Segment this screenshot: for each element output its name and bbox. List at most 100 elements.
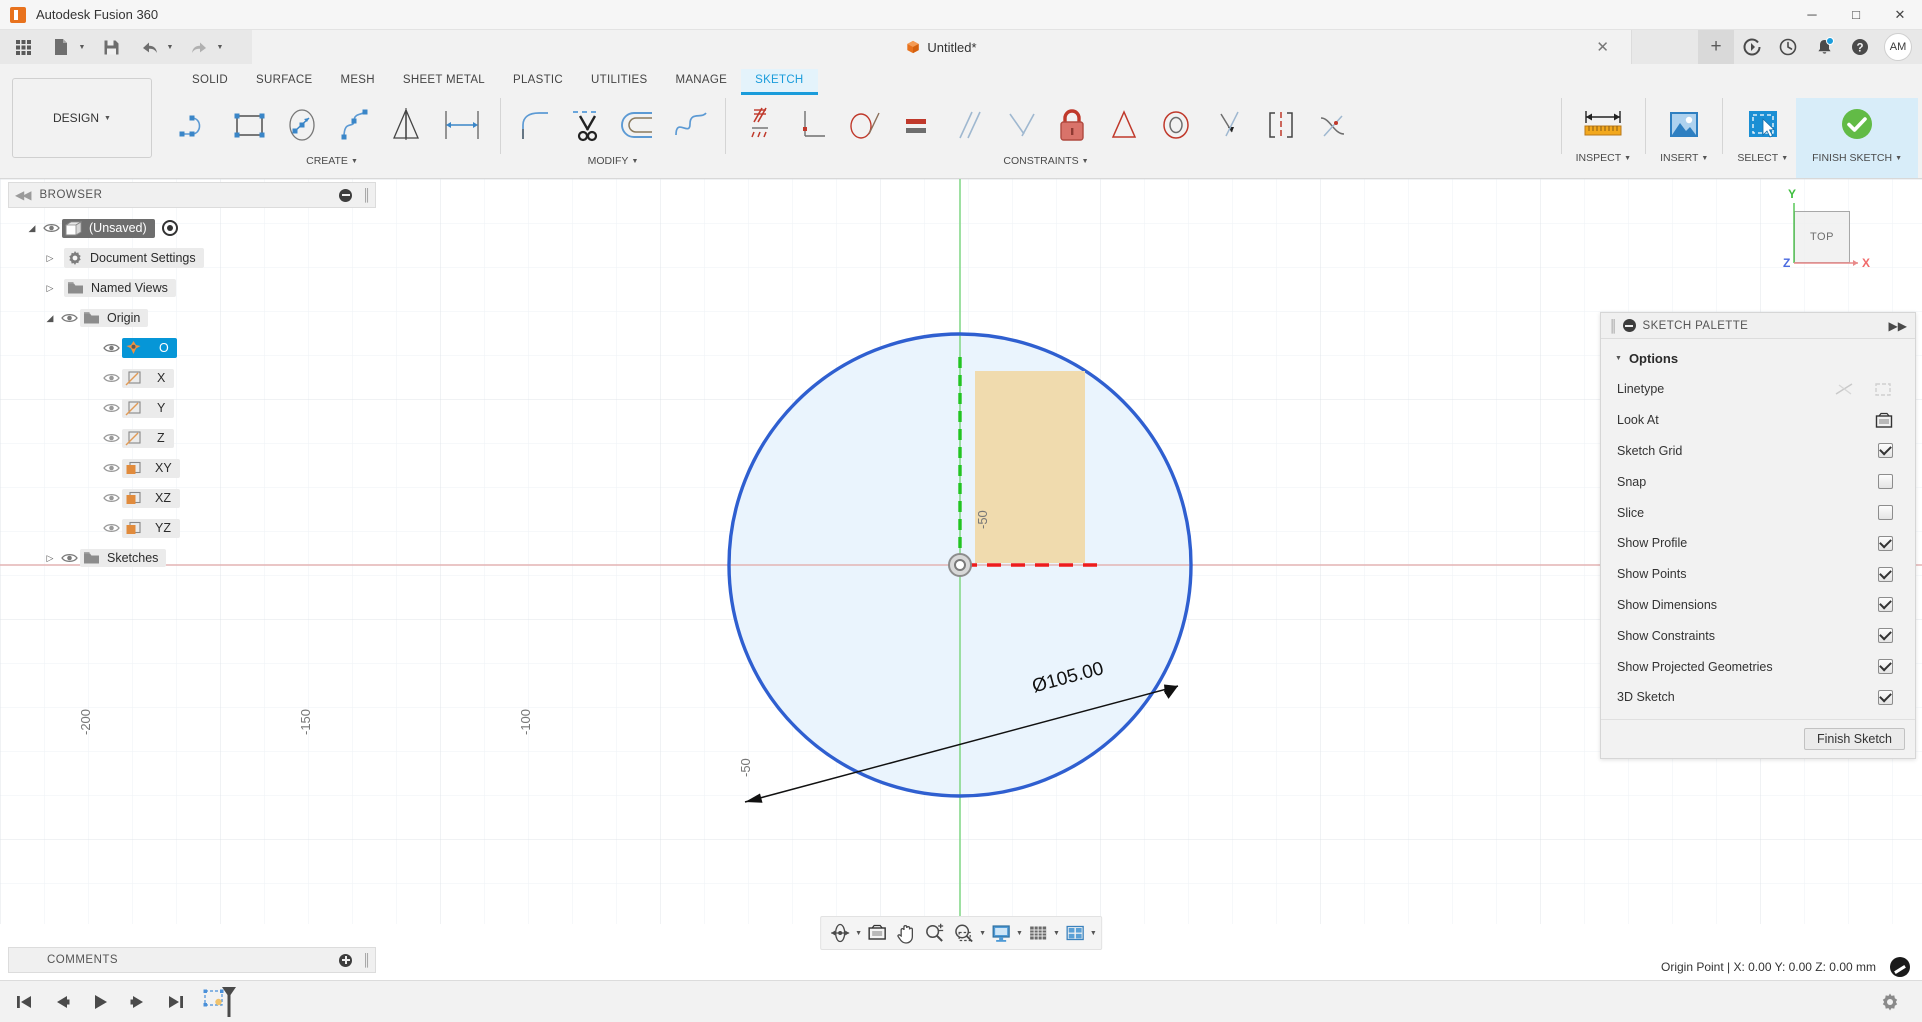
expand-right-icon[interactable]: ▶▶ [1889, 319, 1907, 333]
tree-label-document-settings[interactable]: Document Settings [64, 248, 204, 268]
tree-label-plane-yz[interactable]: YZ [122, 518, 180, 538]
tree-label-sketches[interactable]: Sketches [80, 549, 167, 567]
visibility-eye-icon[interactable] [100, 402, 122, 414]
tangent-constraint-icon[interactable] [838, 98, 890, 152]
mirror-icon[interactable] [380, 98, 432, 152]
visibility-eye-icon[interactable] [100, 432, 122, 444]
tree-label-unsaved[interactable]: (Unsaved) [62, 218, 155, 238]
palette-row-look-at[interactable]: Look At [1601, 405, 1915, 436]
collapse-left-icon[interactable]: ◀◀ [15, 188, 32, 202]
visibility-eye-icon[interactable] [100, 522, 122, 534]
pan-hand-icon[interactable] [892, 918, 920, 948]
collinear-constraint-icon[interactable] [1202, 98, 1254, 152]
panel-modify-label[interactable]: MODIFY ▼ [509, 155, 717, 167]
visibility-eye-icon[interactable] [100, 492, 122, 504]
tree-label-axis-x[interactable]: X [122, 368, 174, 388]
viewport-layout-icon[interactable] [1060, 918, 1090, 948]
look-at-icon[interactable] [862, 918, 892, 948]
visibility-eye-icon[interactable] [40, 222, 62, 234]
tree-node-origin[interactable]: ◢ Origin [8, 303, 376, 333]
tab-sheet-metal[interactable]: SHEET METAL [389, 69, 499, 95]
undo-icon[interactable] [134, 34, 164, 60]
perpendicular-constraint-icon[interactable] [786, 98, 838, 152]
finish-sketch-group[interactable]: FINISH SKETCH ▼ [1796, 98, 1918, 178]
sketch-grid-checkbox[interactable] [1878, 443, 1893, 459]
undo-caret-icon[interactable]: ▼ [164, 34, 176, 60]
fillet-icon[interactable] [509, 98, 561, 152]
redo-caret-icon[interactable]: ▼ [214, 34, 226, 60]
parallel-constraint-icon[interactable] [942, 98, 994, 152]
tree-label-plane-xz[interactable]: XZ [122, 488, 180, 508]
tree-node-plane-xy[interactable]: XY [8, 453, 376, 483]
break-curve-icon[interactable] [665, 98, 717, 152]
play-icon[interactable] [84, 987, 116, 1017]
expand-triangle-icon[interactable]: ◢ [42, 313, 58, 324]
tree-node-axis-x[interactable]: X [8, 363, 376, 393]
help-icon[interactable]: ? [1842, 30, 1878, 64]
palette-row-sketch-grid[interactable]: Sketch Grid [1601, 436, 1915, 467]
palette-row-3d-sketch[interactable]: 3D Sketch [1601, 682, 1915, 713]
new-document-icon[interactable] [46, 34, 76, 60]
visibility-eye-icon[interactable] [100, 372, 122, 384]
palette-minimize-icon[interactable] [1622, 319, 1636, 332]
expand-triangle-icon[interactable]: ▷ [42, 253, 58, 264]
tree-node-named-views[interactable]: ▷ Named Views [8, 273, 376, 303]
tree-node-plane-yz[interactable]: YZ [8, 513, 376, 543]
grid-snaps-icon[interactable] [1023, 918, 1053, 948]
activate-component-radio[interactable] [161, 220, 178, 236]
redo-icon[interactable] [184, 34, 214, 60]
sketch-timeline-marker-icon[interactable] [198, 986, 244, 1017]
panel-create-label[interactable]: CREATE ▼ [172, 155, 492, 167]
palette-row-show-profile[interactable]: Show Profile [1601, 528, 1915, 559]
display-settings-icon[interactable] [986, 918, 1016, 948]
expand-triangle-icon[interactable]: ▷ [42, 553, 58, 564]
expand-triangle-icon[interactable]: ◢ [24, 223, 40, 234]
grid-snaps-caret-icon[interactable]: ▼ [1053, 930, 1060, 937]
snap-checkbox[interactable] [1878, 474, 1893, 490]
insert-group[interactable]: INSERT ▼ [1652, 98, 1716, 178]
rectangle-icon[interactable] [224, 98, 276, 152]
construction-line-icon[interactable] [1835, 381, 1855, 398]
tree-label-axis-z[interactable]: Z [122, 428, 174, 448]
palette-row-show-dimensions[interactable]: Show Dimensions [1601, 590, 1915, 621]
notifications-bell-icon[interactable] [1806, 30, 1842, 64]
close-button[interactable]: ✕ [1878, 0, 1922, 30]
show-profile-checkbox[interactable] [1878, 535, 1893, 551]
document-tab[interactable]: Untitled* ✕ [252, 30, 1632, 64]
tab-utilities[interactable]: UTILITIES [577, 69, 661, 95]
tree-node-origin-point[interactable]: O [8, 333, 376, 363]
concentric-constraint-icon[interactable] [1150, 98, 1202, 152]
finish-sketch-button[interactable]: Finish Sketch [1803, 727, 1905, 750]
tree-label-named-views[interactable]: Named Views [64, 279, 176, 297]
settings-gear-icon[interactable] [1874, 987, 1906, 1017]
step-backward-icon[interactable] [46, 987, 78, 1017]
palette-row-slice[interactable]: Slice [1601, 497, 1915, 528]
minimize-button[interactable]: ─ [1790, 0, 1834, 30]
trim-scissors-icon[interactable] [561, 98, 613, 152]
tab-sketch[interactable]: SKETCH [741, 69, 818, 95]
spline-icon[interactable] [328, 98, 380, 152]
tree-node-unsaved[interactable]: ◢ (Unsaved) [8, 213, 376, 243]
offset-icon[interactable] [613, 98, 665, 152]
save-icon[interactable] [96, 34, 126, 60]
visibility-eye-icon[interactable] [58, 552, 80, 564]
palette-row-show-projected-geometries[interactable]: Show Projected Geometries [1601, 651, 1915, 682]
expand-triangle-icon[interactable]: ▷ [42, 283, 58, 294]
palette-row-show-points[interactable]: Show Points [1601, 559, 1915, 590]
orbit-icon[interactable] [825, 918, 855, 948]
tree-label-axis-y[interactable]: Y [122, 398, 174, 418]
curvature-constraint-icon[interactable] [1306, 98, 1358, 152]
palette-row-snap[interactable]: Snap [1601, 466, 1915, 497]
coincident-constraint-icon[interactable] [994, 98, 1046, 152]
tree-node-axis-y[interactable]: Y [8, 393, 376, 423]
slice-checkbox[interactable] [1878, 505, 1893, 521]
horizontal-vertical-constraint-icon[interactable] [734, 98, 786, 152]
line-icon[interactable] [172, 98, 224, 152]
tree-node-plane-xz[interactable]: XZ [8, 483, 376, 513]
visibility-eye-icon[interactable] [58, 312, 80, 324]
options-section-header[interactable]: ▼ Options [1601, 347, 1915, 374]
show-points-checkbox[interactable] [1878, 566, 1893, 582]
symmetry-constraint-icon[interactable] [1254, 98, 1306, 152]
browser-resize-grip[interactable]: ║ [362, 188, 370, 202]
circle-icon[interactable] [276, 98, 328, 152]
